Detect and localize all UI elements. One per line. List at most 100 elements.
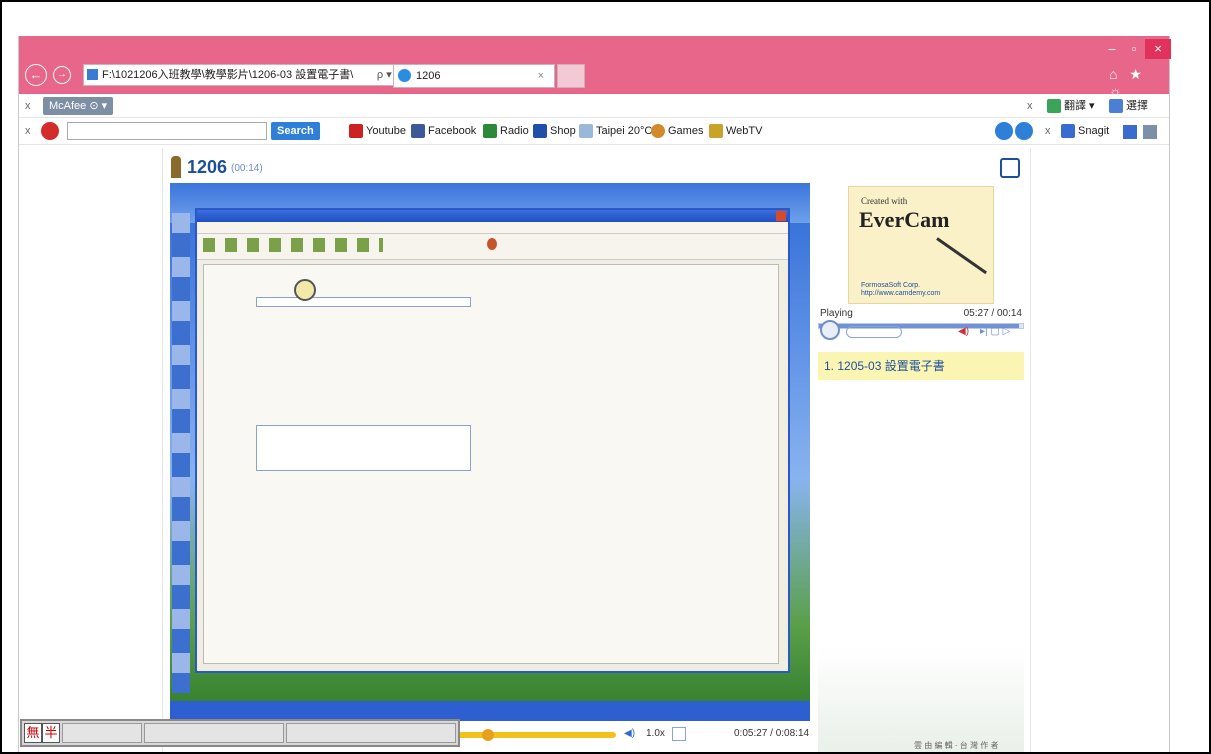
ask-home-icon[interactable] (995, 122, 1013, 140)
weather-label: Taipei 20°C (596, 125, 653, 137)
recorded-dialog (195, 208, 790, 673)
chapter-item[interactable]: 1. 1205-03 設置電子書 (818, 352, 1024, 380)
ask-toolbar: x Search Youtube Facebook Radio Shop Tai… (19, 119, 1169, 145)
shop-label: Shop (550, 125, 576, 137)
snagit-label: Snagit (1078, 125, 1110, 137)
select-icon (1109, 99, 1123, 114)
tab-1206[interactable]: 1206 × (393, 64, 555, 88)
mcafee-toolbar: x McAfee ⊙ ▾ x 翻譯 ▾ 選擇 (19, 94, 1169, 118)
evercam-brand: EverCam (859, 207, 950, 232)
dialog-toolbar (197, 234, 788, 260)
evercam-banner: Created with EverCam FormosaSoft Corp. h… (848, 186, 994, 304)
fullscreen-icon[interactable] (1000, 158, 1020, 178)
close-button[interactable]: × (1145, 39, 1171, 59)
player-bottom-controls: ◀) 1.0x 0:05:27 / 0:08:14 (458, 724, 810, 746)
speaker-icon[interactable]: ◀) (624, 728, 635, 739)
ime-mode-halfwidth[interactable]: 半 (42, 723, 60, 743)
youtube-icon (349, 124, 363, 139)
corner-text: 雲 由 編 輯 · 台 灣 作 者 (914, 741, 999, 750)
ime-slot-1 (62, 723, 142, 743)
player-time: 05:27 / 00:14 (963, 308, 1022, 319)
player-status: Playing (820, 308, 853, 319)
dialog-user-icon (487, 238, 497, 250)
forward-button[interactable]: → (53, 66, 71, 84)
ime-slot-2 (144, 723, 284, 743)
player-title: 1206 (187, 157, 228, 177)
pause-button[interactable] (820, 320, 840, 340)
minimize-button[interactable]: – (1101, 39, 1123, 59)
toolbar-right-close-icon[interactable]: x (1027, 97, 1033, 115)
facebook-label: Facebook (428, 125, 477, 137)
dialog-close-icon (776, 211, 786, 221)
dialog-path-field (256, 297, 471, 307)
xp-taskbar (170, 701, 810, 721)
ime-mode-chinese[interactable]: 無 (24, 723, 42, 743)
video-area[interactable] (170, 183, 810, 721)
tab-title: 1206 (416, 70, 441, 82)
back-button[interactable]: ← (25, 64, 47, 86)
dialog-textarea (256, 425, 471, 471)
new-tab-button[interactable] (557, 64, 585, 88)
ask-toolbar-close-icon[interactable]: x (25, 122, 31, 140)
restore-button[interactable]: ▫ (1123, 39, 1145, 59)
fit-screen-icon[interactable] (672, 727, 686, 741)
cloud-icon (579, 124, 593, 139)
select-button[interactable]: 選擇 (1109, 97, 1148, 115)
translate-button[interactable]: 翻譯 ▾ (1047, 97, 1095, 115)
facebook-icon (411, 124, 425, 139)
snagit-capture-icon[interactable] (1123, 125, 1137, 139)
link-webtv[interactable]: WebTV (709, 122, 762, 140)
chapter-label: 1. 1205-03 設置電子書 (824, 359, 945, 373)
link-radio[interactable]: Radio (483, 122, 529, 140)
ime-slot-3 (286, 723, 456, 743)
seek-buttons[interactable] (846, 326, 902, 338)
player-logo-icon (171, 156, 181, 178)
snagit-icon (1061, 124, 1075, 139)
link-shop[interactable]: Shop (533, 122, 576, 140)
ask-icon (41, 122, 59, 140)
dialog-panel (203, 264, 779, 664)
translate-icon (1047, 99, 1061, 114)
ime-bar: 無 半 (20, 719, 460, 747)
page-icon (87, 69, 98, 80)
dialog-toolbar-icons (203, 238, 383, 252)
snagit-button[interactable]: Snagit (1061, 122, 1109, 140)
evercam-url: http://www.camdemy.com (861, 290, 941, 297)
dialog-menu (197, 222, 788, 234)
select-label: 選擇 (1126, 100, 1148, 112)
search-input[interactable] (67, 122, 267, 140)
radio-label: Radio (500, 125, 529, 137)
address-bar[interactable]: F:\1021206入班教學\教學影片\1206-03 設置電子書\ ρ ▾ ↻ (83, 64, 411, 86)
link-youtube[interactable]: Youtube (349, 122, 406, 140)
toolbar-close-icon[interactable]: x (25, 97, 31, 115)
radio-icon (483, 124, 497, 139)
volume-icon[interactable]: ◀) (958, 326, 969, 337)
pointer-stick-icon (936, 237, 988, 275)
link-games[interactable]: Games (651, 122, 703, 140)
total-time: 0:05:27 / 0:08:14 (734, 728, 810, 739)
cursor-highlight-icon (294, 279, 316, 301)
snagit-close-icon[interactable]: x (1045, 122, 1051, 140)
games-icon (651, 124, 665, 139)
link-weather[interactable]: Taipei 20°C (579, 122, 652, 140)
link-facebook[interactable]: Facebook (411, 122, 476, 140)
speed-label[interactable]: 1.0x (646, 728, 665, 739)
search-button[interactable]: Search (271, 122, 320, 140)
player-sidebar: Created with EverCam FormosaSoft Corp. h… (818, 186, 1024, 754)
mcafee-button[interactable]: McAfee ⊙ ▾ (43, 97, 114, 115)
ask-search-icon[interactable] (1015, 122, 1033, 140)
title-bar: – ▫ × ← → F:\1021206入班教學\教學影片\1206-03 設置… (19, 36, 1171, 99)
tab-close-icon[interactable]: × (538, 65, 544, 87)
created-with: Created with (861, 196, 908, 206)
ie-icon (398, 69, 411, 82)
search-button-label: Search (277, 125, 314, 137)
webtv-label: WebTV (726, 125, 763, 137)
player-duration: (00:14) (231, 163, 263, 174)
games-label: Games (668, 125, 704, 137)
snagit-editor-icon[interactable] (1143, 125, 1157, 139)
address-text: F:\1021206入班教學\教學影片\1206-03 設置電子書\ (102, 69, 354, 81)
decorative-landscape (818, 646, 1024, 754)
player-tool-icons[interactable]: ▸| ▢ ▷ (980, 326, 1020, 338)
dialog-title-bar (197, 210, 788, 222)
timeline-knob[interactable] (482, 729, 494, 741)
